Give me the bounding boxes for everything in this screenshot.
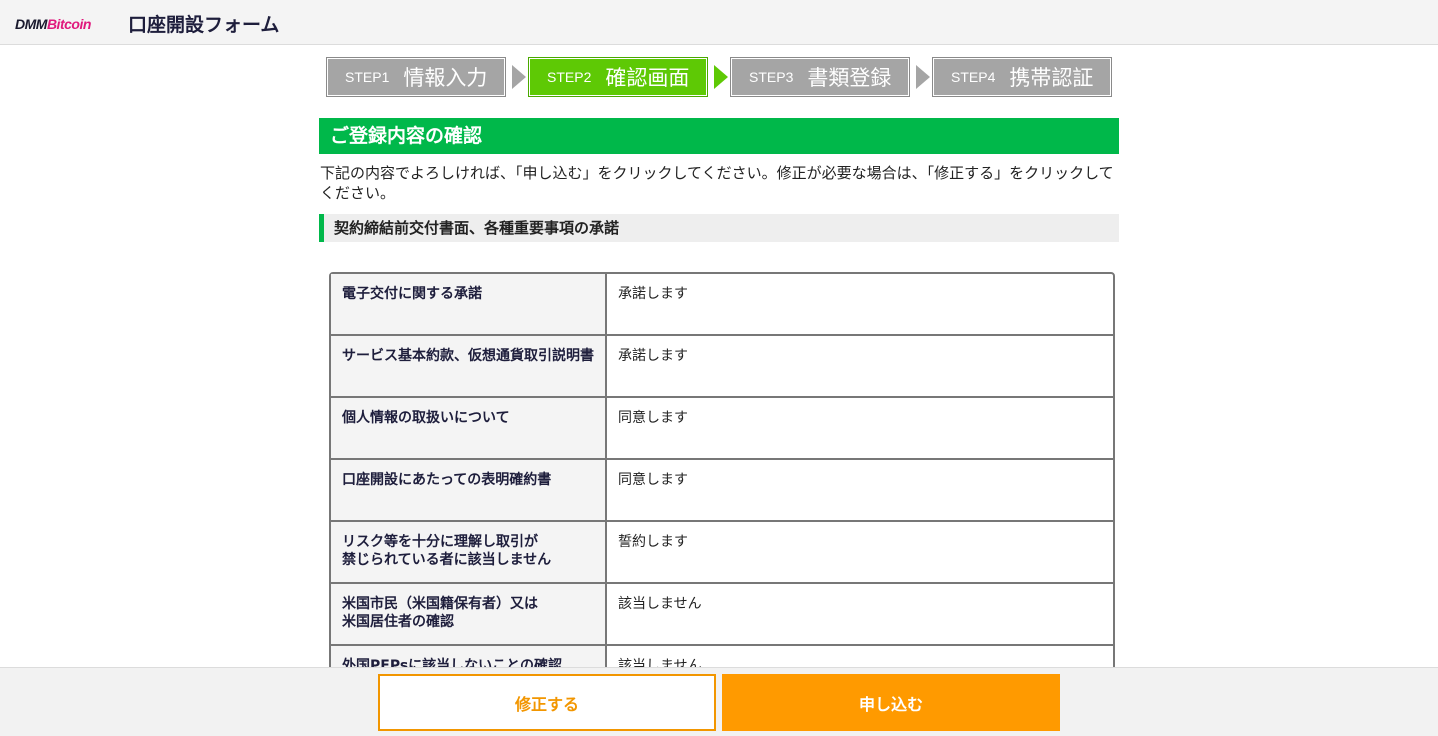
table-row: 口座開設にあたっての表明確約書 同意します <box>331 460 1113 522</box>
row-label: 外国PEPsに該当しないことの確認 <box>331 646 607 667</box>
table-row: 外国PEPsに該当しないことの確認 該当しません <box>331 646 1113 667</box>
step-number: STEP4 <box>951 69 996 85</box>
submit-button[interactable]: 申し込む <box>722 674 1060 731</box>
row-label: 個人情報の取扱いについて <box>331 398 607 460</box>
sub-heading: 契約締結前交付書面、各種重要事項の承諾 <box>319 214 1119 242</box>
step-number: STEP1 <box>345 69 390 85</box>
row-value: 同意します <box>607 398 1113 460</box>
table-row: 個人情報の取扱いについて 同意します <box>331 398 1113 460</box>
row-value: 承諾します <box>607 274 1113 336</box>
step-arrow-icon <box>714 65 728 89</box>
step-4: STEP4 携帯認証 <box>932 57 1112 97</box>
step-label: 情報入力 <box>403 66 488 90</box>
row-value: 該当しません <box>607 646 1113 667</box>
step-number: STEP2 <box>547 69 592 85</box>
row-value: 同意します <box>607 460 1113 522</box>
section-title: ご登録内容の確認 <box>319 118 1119 154</box>
footer-action-bar: 修正する 申し込む <box>0 667 1438 736</box>
step-label: 確認画面 <box>605 66 690 90</box>
row-label: サービス基本約款、仮想通貨取引説明書 <box>331 336 607 398</box>
step-label: 書類登録 <box>807 66 892 90</box>
step-2: STEP2 確認画面 <box>528 57 708 97</box>
dmm-bitcoin-logo[interactable]: DMMBitcoin <box>15 15 91 33</box>
row-value: 承諾します <box>607 336 1113 398</box>
confirmation-table: 電子交付に関する承諾 承諾します サービス基本約款、仮想通貨取引説明書 承諾しま… <box>329 272 1115 667</box>
intro-text: 下記の内容でよろしければ、「申し込む」をクリックしてください。修正が必要な場合は… <box>320 164 1114 202</box>
step-3: STEP3 書類登録 <box>730 57 910 97</box>
row-label: 電子交付に関する承諾 <box>331 274 607 336</box>
logo-dmm-text: DMM <box>15 16 47 32</box>
page-title: 口座開設フォーム <box>128 14 280 36</box>
confirmation-table-viewport[interactable]: 電子交付に関する承諾 承諾します サービス基本約款、仮想通貨取引説明書 承諾しま… <box>329 272 1115 667</box>
row-value: 該当しません <box>607 584 1113 646</box>
edit-button[interactable]: 修正する <box>378 674 716 731</box>
step-label: 携帯認証 <box>1009 66 1094 90</box>
logo-bitcoin-text: Bitcoin <box>46 16 91 32</box>
table-row: 米国市民（米国籍保有者）又は 米国居住者の確認 該当しません <box>331 584 1113 646</box>
header-bar: DMMBitcoin 口座開設フォーム <box>0 0 1438 45</box>
table-row: 電子交付に関する承諾 承諾します <box>331 274 1113 336</box>
step-number: STEP3 <box>749 69 794 85</box>
row-label: リスク等を十分に理解し取引が 禁じられている者に該当しません <box>331 522 607 584</box>
table-row: サービス基本約款、仮想通貨取引説明書 承諾します <box>331 336 1113 398</box>
step-1: STEP1 情報入力 <box>326 57 506 97</box>
table-row: リスク等を十分に理解し取引が 禁じられている者に該当しません 誓約します <box>331 522 1113 584</box>
row-value: 誓約します <box>607 522 1113 584</box>
step-arrow-icon <box>916 65 930 89</box>
step-arrow-icon <box>512 65 526 89</box>
step-progress: STEP1 情報入力 STEP2 確認画面 STEP3 書類登録 STEP4 携… <box>326 57 1116 97</box>
row-label: 口座開設にあたっての表明確約書 <box>331 460 607 522</box>
row-label: 米国市民（米国籍保有者）又は 米国居住者の確認 <box>331 584 607 646</box>
